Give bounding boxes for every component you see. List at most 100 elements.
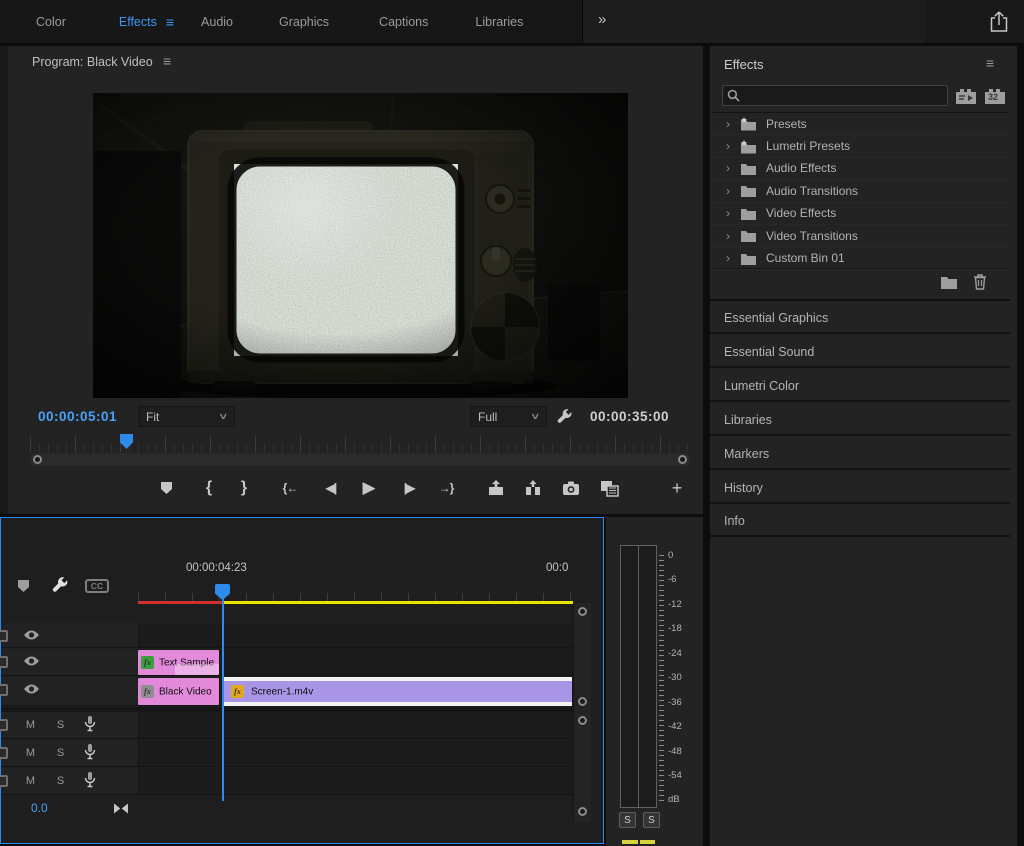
track-output-eye-icon[interactable] [23, 683, 40, 695]
track-content-v3[interactable] [138, 623, 573, 647]
step-forward-button[interactable]: |▶ [398, 477, 420, 499]
comparison-view-button[interactable] [598, 477, 620, 499]
scrollbar-handle[interactable] [578, 607, 587, 616]
track-content-a2[interactable] [138, 740, 573, 766]
delete-trash-icon[interactable] [973, 273, 987, 290]
program-video-frame[interactable] [93, 93, 628, 398]
workspace-overflow-icon[interactable]: » [598, 11, 604, 28]
tab-captions[interactable]: Captions [379, 15, 428, 29]
lift-button[interactable] [485, 477, 507, 499]
panel-tab-lumetri-color[interactable]: Lumetri Color [710, 370, 1010, 402]
mark-in-button[interactable]: { [198, 477, 220, 499]
chevron-right-icon[interactable]: › [726, 184, 738, 198]
master-gain-value[interactable]: 0.0 [31, 801, 48, 815]
export-share-icon[interactable] [988, 10, 1010, 34]
audio-meter-channel-divider [638, 545, 639, 808]
timeline-settings-wrench-icon[interactable] [51, 576, 69, 594]
chevron-right-icon[interactable]: › [726, 251, 738, 265]
effects-panel-menu-icon[interactable]: ≡ [986, 55, 994, 71]
mark-out-button[interactable]: } [233, 477, 255, 499]
tab-effects[interactable]: Effects [119, 15, 157, 29]
step-back-button[interactable]: ◀| [320, 477, 342, 499]
scrollbar-handle[interactable] [578, 716, 587, 725]
source-patch-icon[interactable] [0, 719, 8, 731]
scrubber-zoom-bar[interactable] [30, 453, 690, 466]
tree-item-video-effects[interactable]: › Video Effects [712, 203, 1008, 225]
source-patch-icon[interactable] [0, 775, 8, 787]
tree-item-custom-bin-01[interactable]: › Custom Bin 01 [712, 247, 1008, 269]
tree-item-video-transitions[interactable]: › Video Transitions [712, 225, 1008, 247]
panel-tab-libraries[interactable]: Libraries [710, 404, 1010, 436]
zoom-bar-right-handle[interactable] [678, 455, 687, 464]
playback-resolution-select[interactable]: Full ∨ [470, 406, 547, 427]
voiceover-mic-icon[interactable] [83, 715, 97, 733]
track-content-a1[interactable] [138, 712, 573, 738]
chevron-right-icon[interactable]: › [726, 161, 738, 175]
solo-button[interactable]: S [53, 745, 68, 760]
panel-tab-essential-sound[interactable]: Essential Sound [710, 336, 1010, 368]
track-output-eye-icon[interactable] [23, 655, 40, 667]
solo-left-button[interactable]: S [619, 812, 636, 828]
export-frame-button[interactable] [560, 477, 582, 499]
source-patch-icon[interactable] [0, 747, 8, 759]
tree-item-presets[interactable]: › Presets [712, 113, 1008, 135]
scrollbar-handle[interactable] [578, 807, 587, 816]
workspace-menu-icon[interactable]: ≡ [166, 14, 174, 30]
32-bit-color-icon[interactable]: 32 [984, 86, 1006, 105]
tab-color[interactable]: Color [36, 15, 66, 29]
timeline-clip-text-sample[interactable]: fx Text Sample [138, 650, 219, 675]
solo-right-button[interactable]: S [643, 812, 660, 828]
tree-item-audio-transitions[interactable]: › Audio Transitions [712, 180, 1008, 202]
scrollbar-handle[interactable] [578, 697, 587, 706]
play-button[interactable]: ▶ [358, 477, 380, 499]
settings-wrench-icon[interactable] [556, 408, 573, 425]
extract-button[interactable] [522, 477, 544, 499]
panel-tab-markers[interactable]: Markers [710, 438, 1010, 470]
panel-tab-info[interactable]: Info [710, 505, 1010, 537]
timeline-clip-screen-1-m4v[interactable]: fx Screen-1.m4v [223, 677, 572, 706]
effects-search-input[interactable] [722, 85, 948, 106]
chevron-right-icon[interactable]: › [726, 117, 738, 131]
tree-item-lumetri-presets[interactable]: › Lumetri Presets [712, 135, 1008, 157]
timeline-vertical-scrollbar[interactable] [573, 603, 591, 822]
source-patch-icon[interactable] [0, 684, 8, 696]
chevron-right-icon[interactable]: › [726, 229, 738, 243]
tree-item-audio-effects[interactable]: › Audio Effects [712, 158, 1008, 180]
track-content-a3[interactable] [138, 768, 573, 794]
tab-libraries[interactable]: Libraries [475, 15, 523, 29]
tab-graphics[interactable]: Graphics [279, 15, 329, 29]
timeline-playhead-line[interactable] [222, 584, 224, 801]
panel-tab-essential-graphics[interactable]: Essential Graphics [710, 302, 1010, 334]
voiceover-mic-icon[interactable] [83, 743, 97, 761]
voiceover-mic-icon[interactable] [83, 771, 97, 789]
mute-button[interactable]: M [23, 745, 38, 760]
chevron-right-icon[interactable]: › [726, 139, 738, 153]
tab-audio[interactable]: Audio [201, 15, 233, 29]
go-to-in-button[interactable]: {← [279, 477, 301, 499]
add-marker-button[interactable] [155, 477, 177, 499]
clip-selected-top-bar [223, 677, 572, 681]
program-panel-menu-icon[interactable]: ≡ [163, 53, 171, 69]
zoom-bar-left-handle[interactable] [33, 455, 42, 464]
source-patch-icon[interactable] [0, 656, 8, 668]
mute-button[interactable]: M [23, 717, 38, 732]
program-panel-title: Program: Black Video [32, 55, 153, 69]
new-custom-bin-icon[interactable] [940, 275, 958, 289]
fit-sequence-icon[interactable] [113, 802, 129, 815]
timeline-add-marker-icon[interactable] [17, 579, 31, 594]
button-editor-add-button[interactable]: + [666, 477, 688, 499]
go-to-out-button[interactable]: →} [435, 477, 457, 499]
accelerated-effects-icon[interactable] [955, 86, 977, 105]
chevron-right-icon[interactable]: › [726, 206, 738, 220]
panel-tab-history[interactable]: History [710, 472, 1010, 504]
solo-button[interactable]: S [53, 717, 68, 732]
track-output-eye-icon[interactable] [23, 629, 40, 641]
captions-cc-icon[interactable]: CC [85, 579, 109, 593]
source-patch-icon[interactable] [0, 630, 8, 642]
mute-button[interactable]: M [23, 773, 38, 788]
current-timecode[interactable]: 00:00:05:01 [38, 409, 117, 424]
timeline-ruler[interactable] [138, 582, 573, 601]
zoom-level-select[interactable]: Fit ∨ [138, 406, 235, 427]
timeline-clip-black-video[interactable]: fx Black Video [138, 678, 219, 705]
solo-button[interactable]: S [53, 773, 68, 788]
